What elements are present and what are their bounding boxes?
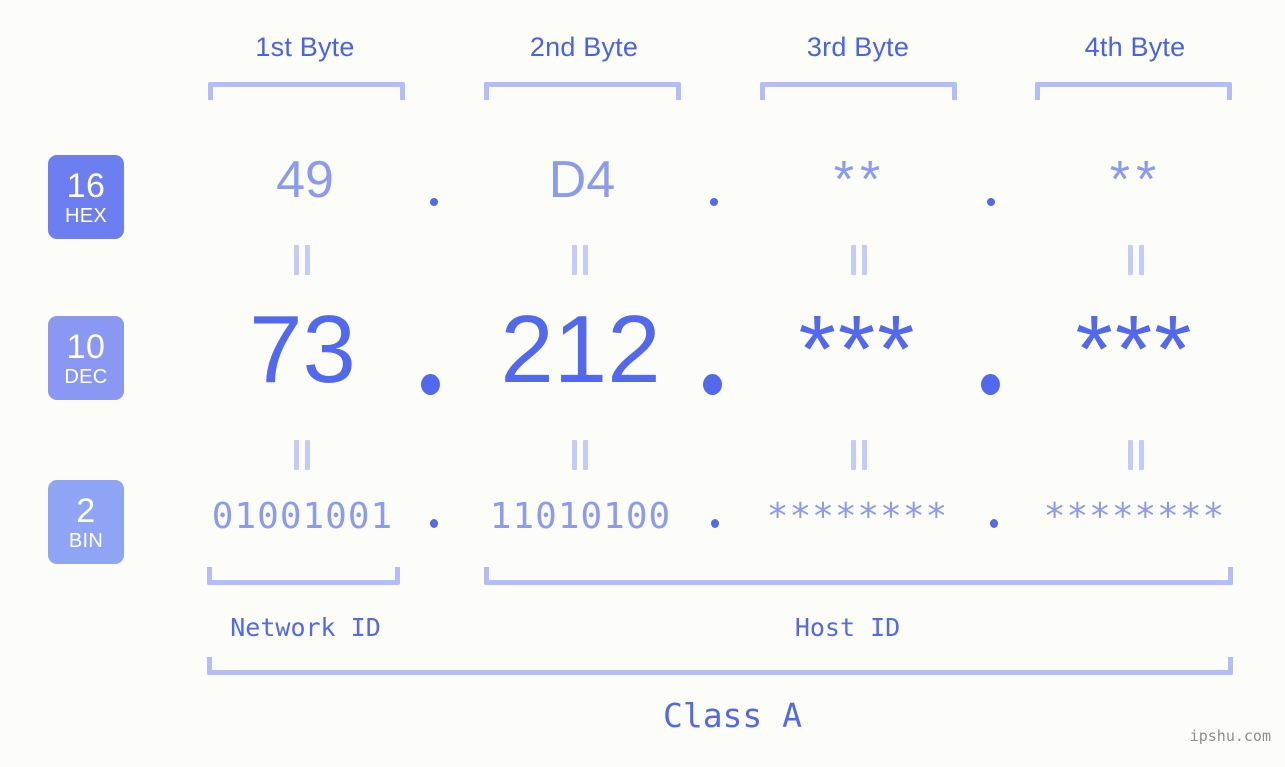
bin-byte-1: 01001001 (211, 496, 394, 537)
base-badge-hex: 16 HEX (48, 155, 124, 239)
hex-dot-1 (430, 198, 438, 206)
network-id-bracket (207, 567, 400, 585)
equals-mark-hex-dec-3 (850, 245, 868, 275)
base-badge-bin-number: 2 (76, 491, 96, 530)
base-badge-dec: 10 DEC (48, 316, 124, 400)
byte-bracket-top-1 (208, 82, 405, 100)
dec-byte-3: *** (798, 296, 917, 403)
dec-byte-1: 73 (249, 296, 356, 403)
byte-header-3: 3rd Byte (806, 32, 910, 62)
site-watermark: ipshu.com (1189, 727, 1271, 745)
byte-bracket-top-3 (760, 82, 957, 100)
equals-mark-dec-bin-2 (571, 440, 589, 470)
host-id-label: Host ID (794, 613, 901, 642)
dec-dot-3 (981, 374, 1000, 395)
base-badge-dec-number: 10 (66, 327, 106, 366)
class-label: Class A (662, 696, 803, 735)
equals-mark-hex-dec-1 (293, 245, 311, 275)
hex-dot-3 (987, 198, 995, 206)
equals-mark-hex-dec-2 (571, 245, 589, 275)
base-badge-bin: 2 BIN (48, 480, 124, 564)
byte-bracket-top-2 (484, 82, 681, 100)
bin-dot-1 (430, 519, 438, 528)
base-badge-hex-abbr: HEX (64, 204, 108, 227)
class-bracket (207, 657, 1233, 675)
equals-mark-dec-bin-3 (850, 440, 868, 470)
hex-dot-2 (710, 198, 718, 206)
hex-byte-4: ** (1109, 151, 1163, 209)
base-badge-hex-number: 16 (66, 166, 106, 205)
bin-byte-4: ******** (1043, 496, 1226, 537)
ip-byte-breakdown-diagram: 1st Byte 2nd Byte 3rd Byte 4th Byte 16 H… (0, 0, 1285, 767)
dec-byte-2: 212 (500, 296, 661, 403)
bin-byte-2: 11010100 (489, 496, 672, 537)
dec-dot-1 (421, 374, 440, 395)
byte-header-1: 1st Byte (255, 32, 355, 62)
equals-mark-hex-dec-4 (1127, 245, 1145, 275)
network-id-label: Network ID (230, 613, 381, 642)
hex-byte-1: 49 (276, 151, 334, 209)
byte-header-4: 4th Byte (1084, 32, 1186, 62)
dec-dot-2 (703, 374, 722, 395)
equals-mark-dec-bin-4 (1127, 440, 1145, 470)
bin-dot-3 (990, 519, 998, 528)
host-id-bracket (484, 567, 1233, 585)
hex-byte-2: D4 (548, 151, 616, 209)
hex-byte-3: ** (833, 151, 887, 209)
byte-bracket-top-4 (1035, 82, 1232, 100)
byte-header-2: 2nd Byte (529, 32, 639, 62)
dec-byte-4: *** (1075, 296, 1194, 403)
equals-mark-dec-bin-1 (293, 440, 311, 470)
base-badge-bin-abbr: BIN (68, 529, 104, 552)
bin-dot-2 (711, 519, 719, 528)
base-badge-dec-abbr: DEC (64, 365, 108, 388)
bin-byte-3: ******** (766, 496, 949, 537)
